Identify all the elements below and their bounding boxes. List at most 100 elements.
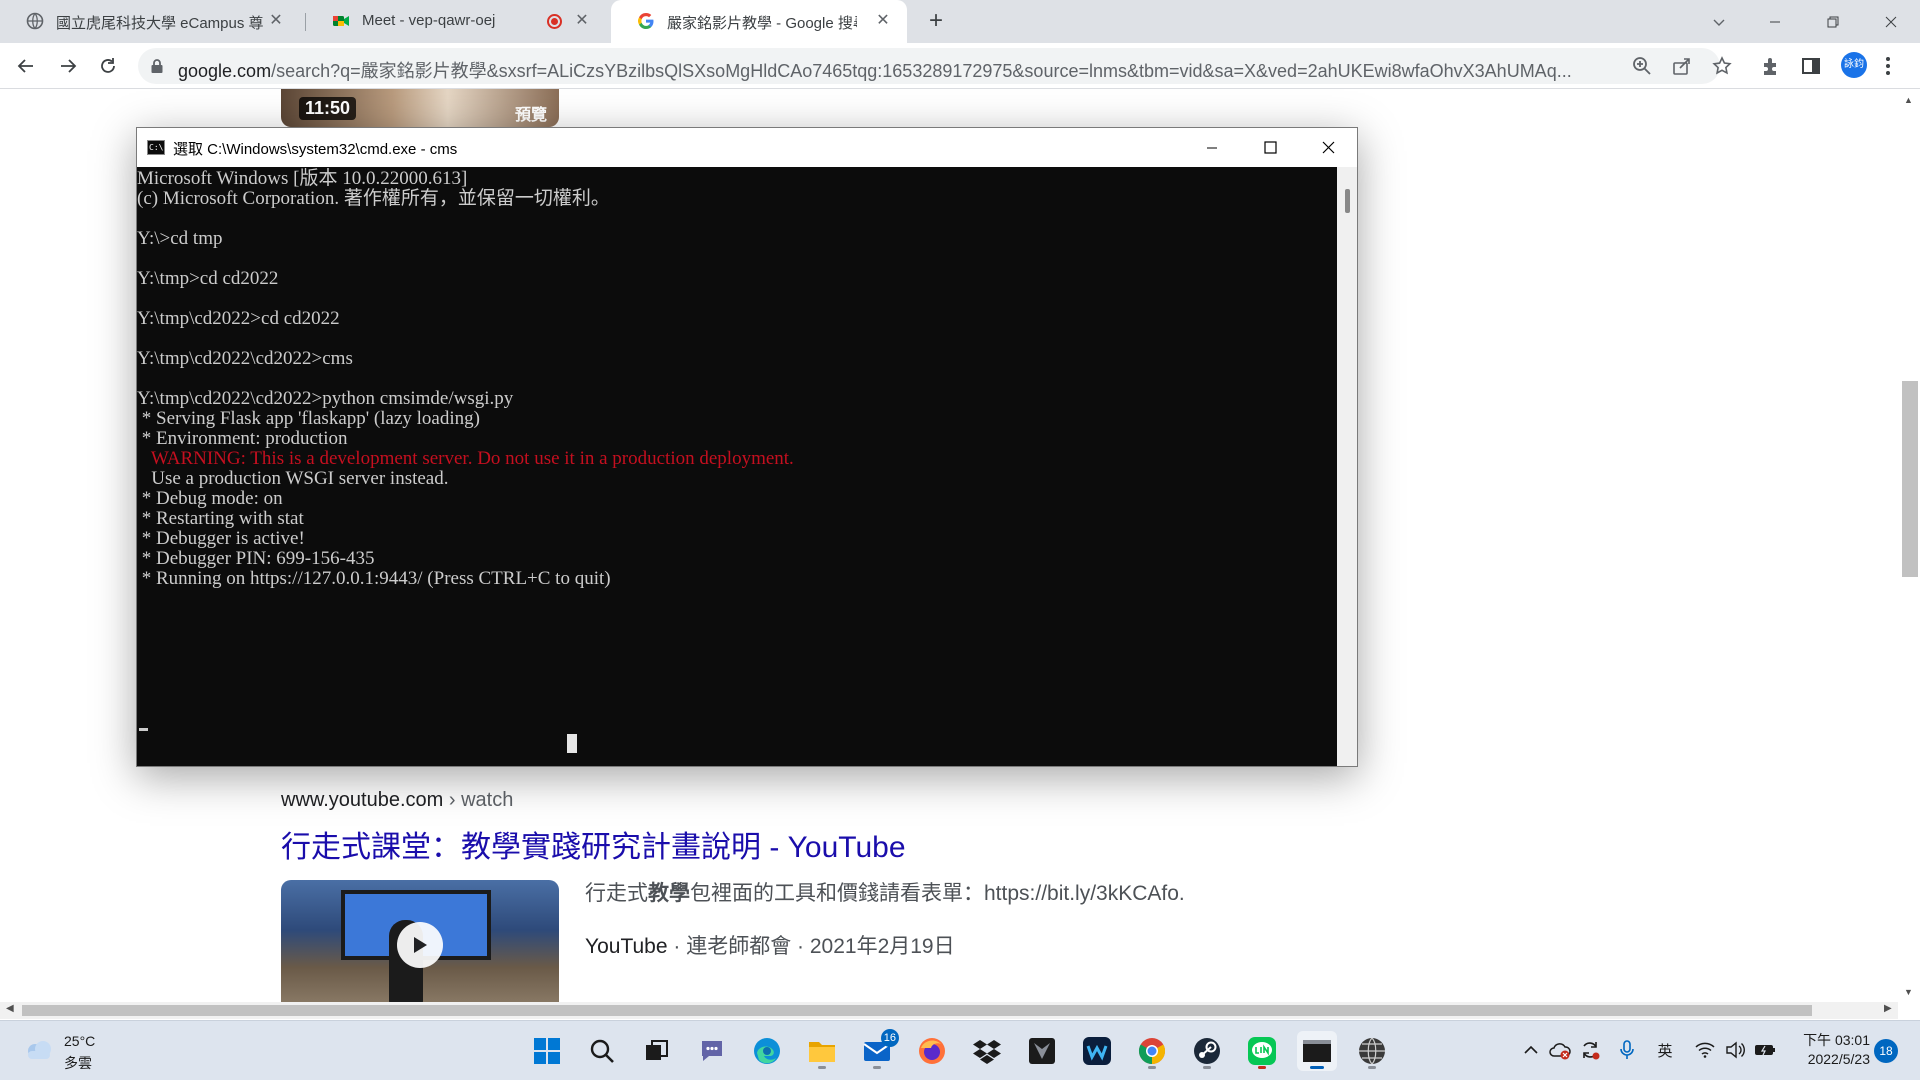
notification-count[interactable]: 18 — [1874, 1039, 1898, 1063]
globe-icon — [26, 12, 44, 30]
search-icon — [590, 1039, 614, 1063]
task-view-button[interactable] — [637, 1031, 677, 1071]
close-icon[interactable]: ✕ — [266, 11, 286, 31]
scrollbar-thumb[interactable] — [22, 1005, 1812, 1016]
result-video-thumbnail[interactable] — [281, 880, 559, 1004]
console-line: * Restarting with stat — [137, 508, 304, 529]
cmd-console-output[interactable]: Microsoft Windows [版本 10.0.22000.613] (c)… — [137, 167, 1337, 766]
file-explorer-button[interactable] — [802, 1031, 842, 1071]
result-title-link[interactable]: 行走式課堂：教學實踐研究計畫說明 - YouTube — [281, 822, 906, 866]
minimize-icon — [1770, 21, 1780, 22]
task-view-icon — [646, 1040, 668, 1060]
edge-button[interactable] — [747, 1031, 787, 1071]
new-tab-button[interactable]: + — [922, 8, 950, 36]
page-vertical-scrollbar[interactable]: ▲ ▼ — [1898, 89, 1920, 1002]
cmd-maximize-button[interactable] — [1241, 128, 1299, 167]
firefox-icon — [919, 1038, 945, 1064]
tray-volume[interactable] — [1724, 1039, 1746, 1061]
close-icon[interactable]: ✕ — [572, 11, 592, 31]
teams-chat-button[interactable] — [692, 1031, 732, 1071]
tray-overflow-button[interactable] — [1520, 1039, 1542, 1061]
minimize-button[interactable] — [1746, 0, 1804, 43]
tray-battery[interactable] — [1754, 1039, 1776, 1061]
chrome-button[interactable] — [1132, 1031, 1172, 1071]
line-button[interactable] — [1242, 1031, 1282, 1071]
arrow-left-icon — [17, 59, 33, 73]
console-line: * Debugger PIN: 699-156-435 — [137, 548, 375, 569]
tab-meet[interactable]: Meet - vep-qawr-oej ✕ — [306, 0, 606, 43]
tray-sync[interactable] — [1579, 1039, 1601, 1061]
tab-search-button[interactable] — [1690, 0, 1748, 43]
console-line: * Serving Flask app 'flaskapp' (lazy loa… — [137, 408, 480, 429]
cmd-scrollbar[interactable] — [1337, 167, 1357, 766]
close-icon[interactable]: ✕ — [873, 11, 893, 31]
reload-button[interactable] — [94, 52, 122, 80]
scrollbar-thumb[interactable] — [1902, 381, 1918, 577]
cmd-titlebar[interactable]: C:\ 選取 C:\Windows\system32\cmd.exe - cms — [137, 128, 1357, 167]
cmd-close-button[interactable] — [1299, 128, 1357, 167]
tray-wifi[interactable] — [1694, 1039, 1716, 1061]
more-menu-icon[interactable] — [1884, 55, 1892, 77]
clock-date: 2022/5/23 — [1807, 1051, 1870, 1067]
zoom-icon[interactable] — [1632, 56, 1652, 76]
taskbar-search-button[interactable] — [582, 1031, 622, 1071]
cloud-error-icon — [1549, 1043, 1571, 1060]
restore-button[interactable] — [1804, 0, 1862, 43]
tray-app-1[interactable] — [1549, 1039, 1571, 1061]
console-line: * Debug mode: on — [137, 488, 283, 509]
forward-button[interactable] — [54, 52, 82, 80]
video-thumbnail-top[interactable]: 11:50 預覽 — [281, 89, 559, 127]
tab-title: 國立虎尾科技大學 eCampus 尊 — [56, 15, 264, 32]
tab-title: 嚴家銘影片教學 - Google 搜尋 — [667, 15, 857, 32]
scrollbar-thumb[interactable] — [1345, 189, 1350, 213]
play-button[interactable] — [397, 922, 443, 968]
scroll-up-icon[interactable]: ▲ — [1904, 95, 1914, 105]
terminal-button[interactable] — [1297, 1031, 1337, 1071]
star-icon[interactable] — [1712, 56, 1732, 76]
page-horizontal-scrollbar[interactable]: ◀ ▶ — [0, 1002, 1898, 1019]
console-line: Y:\tmp\cd2022\cd2022>python cmsimde/wsgi… — [137, 388, 514, 409]
cmd-window[interactable]: C:\ 選取 C:\Windows\system32\cmd.exe - cms… — [136, 127, 1358, 767]
cmd-window-title: 選取 C:\Windows\system32\cmd.exe - cms — [173, 141, 458, 158]
tray-microphone[interactable] — [1616, 1039, 1638, 1061]
predator-sense-button[interactable] — [1022, 1031, 1062, 1071]
predator-icon — [1029, 1038, 1055, 1064]
running-indicator — [1148, 1066, 1156, 1069]
result-site[interactable]: www.youtube.com › watch — [281, 789, 513, 812]
ime-indicator[interactable]: 英 — [1654, 1039, 1676, 1061]
globe-app-button[interactable] — [1352, 1031, 1392, 1071]
running-indicator — [818, 1066, 826, 1069]
scroll-right-icon[interactable]: ▶ — [1884, 1003, 1892, 1014]
browser-tab-strip: 國立虎尾科技大學 eCampus 尊 ✕ Meet - vep-qawr-oej… — [0, 0, 1920, 43]
scroll-left-icon[interactable]: ◀ — [6, 1003, 14, 1014]
profile-avatar[interactable]: 詠鈞 — [1841, 52, 1867, 78]
console-line: Microsoft Windows [版本 10.0.22000.613] — [137, 168, 468, 189]
system-clock[interactable]: 下午 03:01 2022/5/23 — [1790, 1031, 1870, 1069]
mail-button[interactable]: 16 — [857, 1029, 899, 1071]
back-button[interactable] — [12, 52, 40, 80]
webex-button[interactable] — [1077, 1031, 1117, 1071]
cmd-minimize-button[interactable] — [1183, 128, 1241, 167]
address-bar[interactable]: google.com/search?q=嚴家銘影片教學&sxsrf=ALiCzs… — [138, 48, 1732, 84]
cloud-icon — [28, 1041, 51, 1059]
close-window-button[interactable] — [1862, 0, 1920, 43]
console-line: Y:\>cd tmp — [137, 228, 223, 249]
share-icon[interactable] — [1672, 56, 1692, 76]
tab-google-search[interactable]: 嚴家銘影片教學 - Google 搜尋 ✕ — [611, 0, 907, 43]
result-meta: YouTube · 連老師都會 · 2021年2月19日 — [585, 935, 955, 958]
start-button[interactable] — [527, 1031, 567, 1071]
folder-icon — [809, 1042, 835, 1062]
steam-button[interactable] — [1187, 1031, 1227, 1071]
console-line: Y:\tmp\cd2022\cd2022>cms — [137, 348, 353, 369]
dropbox-button[interactable] — [967, 1031, 1007, 1071]
scroll-down-icon[interactable]: ▼ — [1904, 987, 1914, 997]
side-panel-icon[interactable] — [1800, 55, 1822, 77]
running-indicator — [1368, 1066, 1376, 1069]
running-indicator — [1203, 1066, 1211, 1069]
firefox-button[interactable] — [912, 1031, 952, 1071]
extensions-icon[interactable] — [1760, 55, 1782, 77]
teams-chat-icon — [702, 1041, 722, 1061]
tab-ecampus[interactable]: 國立虎尾科技大學 eCampus 尊 ✕ — [0, 0, 300, 43]
